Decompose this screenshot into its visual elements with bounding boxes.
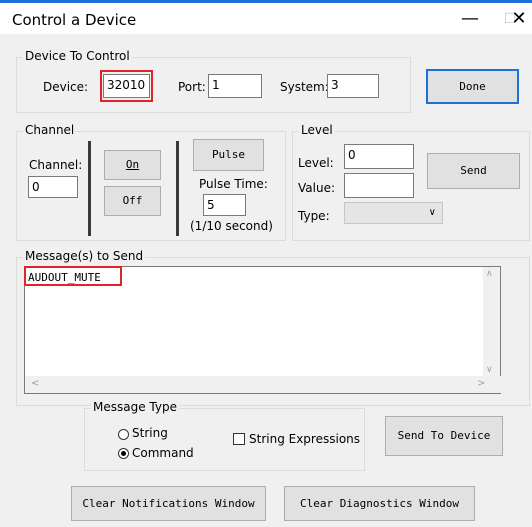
minimize-button[interactable]: — (448, 4, 492, 34)
radio-string[interactable] (118, 429, 129, 440)
channel-separator-left (88, 141, 91, 236)
channel-label: Channel: (29, 158, 83, 172)
clear-diagnostics-label: Clear Diagnostics Window (300, 497, 459, 510)
value-input[interactable] (344, 173, 414, 198)
pulse-time-label: Pulse Time: (199, 177, 268, 191)
clear-notifications-label: Clear Notifications Window (82, 497, 255, 510)
level-input[interactable]: 0 (344, 144, 414, 169)
string-expressions-checkbox[interactable] (233, 433, 245, 445)
done-button-label: Done (459, 80, 486, 93)
radio-string-label: String (132, 426, 168, 440)
channel-input[interactable]: 0 (28, 176, 78, 198)
accent-strip (0, 0, 532, 3)
message-type-title: Message Type (91, 400, 179, 414)
channel-group-title: Channel (23, 123, 77, 137)
radio-command[interactable] (118, 448, 129, 459)
window-title: Control a Device (12, 11, 137, 29)
chevron-down-icon: ∨ (428, 207, 436, 218)
device-label: Device: (43, 80, 89, 94)
message-highlight-box (24, 266, 122, 286)
device-group-title: Device To Control (23, 49, 132, 63)
off-button[interactable]: Off (104, 186, 161, 216)
system-input[interactable]: 3 (327, 74, 379, 98)
level-label: Level: (298, 156, 334, 170)
pulse-time-input[interactable]: 5 (203, 194, 246, 216)
scroll-left-icon[interactable]: < (31, 378, 39, 389)
title-bar: Control a Device — ☐ ✕ (0, 0, 532, 34)
channel-separator-right (176, 141, 179, 236)
clear-notifications-button[interactable]: Clear Notifications Window (71, 486, 266, 521)
send-button[interactable]: Send (427, 153, 520, 189)
pulse-button-label: Pulse (211, 148, 246, 161)
on-button-label: On (125, 158, 140, 171)
send-button-label: Send (460, 164, 487, 177)
pulse-button[interactable]: Pulse (193, 139, 264, 171)
type-label: Type: (298, 209, 330, 223)
value-label: Value: (298, 181, 335, 195)
type-select[interactable]: ∨ (344, 202, 443, 224)
scroll-down-icon[interactable]: ∨ (486, 365, 493, 375)
on-button[interactable]: On (104, 150, 161, 180)
device-highlight-box (100, 70, 153, 102)
scroll-right-icon[interactable]: > (477, 378, 485, 389)
horizontal-scrollbar[interactable]: < > (25, 376, 501, 393)
send-to-device-label: Send To Device (397, 429, 491, 442)
radio-command-label: Command (132, 446, 194, 460)
pulse-unit-label: (1/10 second) (190, 219, 273, 233)
control-device-dialog: Control a Device — ☐ ✕ Device To Control… (0, 0, 532, 527)
system-label: System: (280, 80, 329, 94)
off-button-label: Off (122, 194, 143, 207)
close-button[interactable]: ✕ (497, 4, 532, 34)
message-group-title: Message(s) to Send (23, 249, 146, 263)
string-expressions-label: String Expressions (249, 432, 361, 446)
send-to-device-button[interactable]: Send To Device (385, 416, 503, 456)
vertical-scrollbar[interactable]: ∧ ∨ (483, 267, 500, 377)
port-input[interactable]: 1 (208, 74, 262, 98)
port-label: Port: (178, 80, 206, 94)
done-button[interactable]: Done (426, 69, 519, 104)
clear-diagnostics-button[interactable]: Clear Diagnostics Window (284, 486, 475, 521)
scroll-up-icon[interactable]: ∧ (486, 269, 493, 279)
level-group-title: Level (299, 123, 335, 137)
